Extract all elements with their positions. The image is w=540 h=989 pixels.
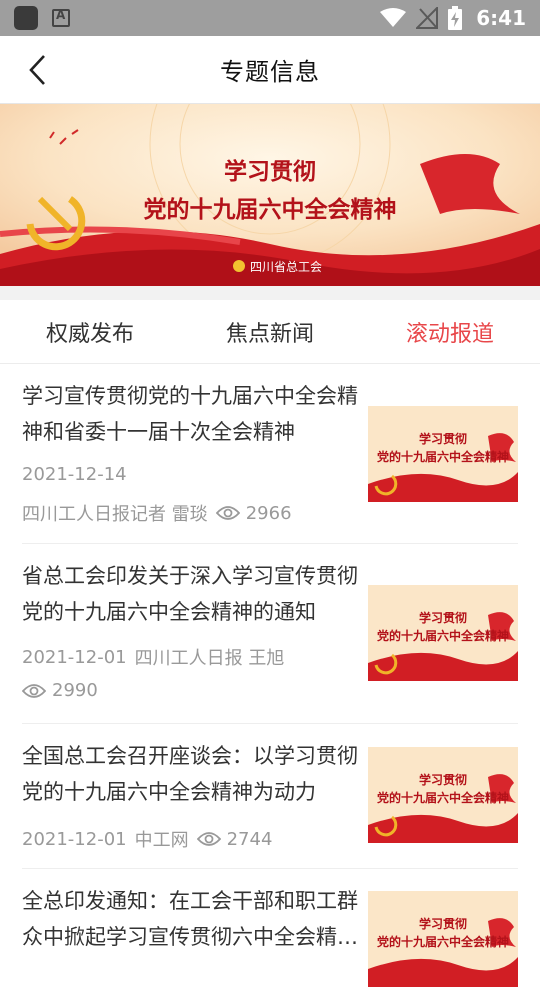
news-view-count: 2966 xyxy=(245,502,292,524)
news-date: 2021-12-01 xyxy=(22,828,127,850)
news-meta: 2021-12-01 中工网 2744 xyxy=(22,826,272,852)
topic-banner[interactable]: 学习贯彻 党的十九届六中全会精神 四川省总工会 xyxy=(0,104,540,286)
tab-focus-news[interactable]: 焦点新闻 xyxy=(180,300,360,363)
news-thumbnail: 学习贯彻 党的十九届六中全会精神 xyxy=(368,585,518,681)
list-item[interactable]: 学习宣传贯彻党的十九届六中全会精神和省委十一届十次全会精神 2021-12-14… xyxy=(22,364,518,544)
news-source: 四川工人日报 王旭 xyxy=(134,648,285,669)
news-title: 学习宣传贯彻党的十九届六中全会精神和省委十一届十次全会精神 xyxy=(22,384,358,444)
thumbnail-title-line1: 学习贯彻 xyxy=(418,773,467,787)
news-views: 2744 xyxy=(196,828,273,850)
eye-icon xyxy=(215,506,240,520)
news-view-count: 2744 xyxy=(226,828,273,850)
news-date: 2021-12-14 xyxy=(22,464,127,485)
tab-rolling-reports[interactable]: 滚动报道 xyxy=(360,300,540,363)
news-views-line: 2990 xyxy=(22,680,98,701)
thumbnail-title-line1: 学习贯彻 xyxy=(418,917,467,931)
news-title: 省总工会印发关于深入学习宣传贯彻党的十九届六中全会精神的通知 xyxy=(22,564,358,624)
back-button[interactable] xyxy=(18,50,58,90)
news-date-line: 2021-12-14 xyxy=(22,464,127,485)
thumbnail-title-line2: 党的十九届六中全会精神 xyxy=(376,791,509,805)
thumbnail-title-line1: 学习贯彻 xyxy=(418,432,467,446)
section-divider xyxy=(0,286,540,300)
wifi-icon xyxy=(380,8,407,27)
status-time: 6:41 xyxy=(476,6,526,30)
chevron-left-icon xyxy=(29,55,45,85)
news-meta: 四川工人日报记者 雷琰 2966 xyxy=(22,500,292,526)
news-title: 全总印发通知：在工会干部和职工群众中掀起学习宣传贯彻六中全会精神热潮 xyxy=(22,889,358,949)
keyboard-a-icon xyxy=(52,8,70,27)
news-thumbnail: 学习贯彻 党的十九届六中全会精神 xyxy=(368,747,518,843)
news-title: 全国总工会召开座谈会：以学习贯彻党的十九届六中全会精神为动力 xyxy=(22,744,358,804)
news-list: 学习宣传贯彻党的十九届六中全会精神和省委十一届十次全会精神 2021-12-14… xyxy=(0,364,540,989)
news-meta: 2021-12-01 四川工人日报 王旭 xyxy=(22,644,284,670)
news-date: 2021-12-01 xyxy=(22,646,127,668)
news-source: 中工网 xyxy=(134,830,189,851)
news-views: 2966 xyxy=(215,502,292,524)
app-notification-icon xyxy=(14,6,38,30)
banner-title-line1: 学习贯彻 xyxy=(224,158,316,185)
union-logo-icon xyxy=(233,260,245,272)
list-item[interactable]: 全国总工会召开座谈会：以学习贯彻党的十九届六中全会精神为动力 2021-12-0… xyxy=(22,724,518,869)
list-item[interactable]: 省总工会印发关于深入学习宣传贯彻党的十九届六中全会精神的通知 2021-12-0… xyxy=(22,544,518,724)
news-thumbnail: 学习贯彻 党的十九届六中全会精神 xyxy=(368,406,518,502)
tab-authoritative-release[interactable]: 权威发布 xyxy=(0,300,180,363)
page-title: 专题信息 xyxy=(220,58,320,86)
tab-bar: 权威发布 焦点新闻 滚动报道 xyxy=(0,300,540,364)
battery-charging-icon xyxy=(448,6,463,30)
news-thumbnail: 学习贯彻 党的十九届六中全会精神 xyxy=(368,891,518,987)
status-left xyxy=(14,6,70,30)
banner-title-line2: 党的十九届六中全会精神 xyxy=(143,196,397,223)
list-item[interactable]: 全总印发通知：在工会干部和职工群众中掀起学习宣传贯彻六中全会精神热潮 学习贯彻 … xyxy=(22,869,518,989)
status-bar: 6:41 xyxy=(0,0,540,36)
eye-icon xyxy=(196,832,221,846)
thumbnail-title-line2: 党的十九届六中全会精神 xyxy=(376,629,509,643)
news-views: 2990 xyxy=(22,680,98,701)
status-right: 6:41 xyxy=(380,6,526,30)
no-signal-icon xyxy=(416,7,439,29)
thumbnail-title-line1: 学习贯彻 xyxy=(418,611,467,625)
nav-bar: 专题信息 xyxy=(0,36,540,104)
banner-org: 四川省总工会 xyxy=(250,260,323,274)
thumbnail-title-line2: 党的十九届六中全会精神 xyxy=(376,935,509,949)
news-view-count: 2990 xyxy=(52,680,98,701)
eye-icon xyxy=(22,683,46,698)
thumbnail-title-line2: 党的十九届六中全会精神 xyxy=(376,450,509,464)
news-source: 四川工人日报记者 雷琰 xyxy=(22,504,208,525)
